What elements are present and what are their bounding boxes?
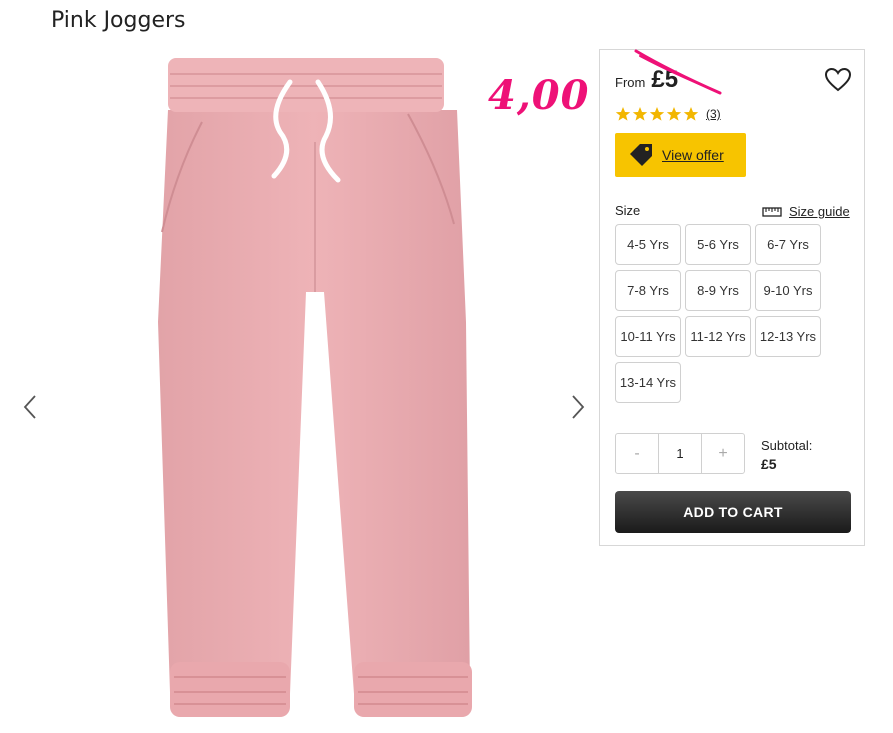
star-rating: (3)	[615, 106, 721, 122]
add-to-cart-button[interactable]: ADD TO CART	[615, 491, 851, 533]
size-option[interactable]: 8-9 Yrs	[685, 270, 751, 311]
ruler-icon	[762, 206, 782, 217]
increase-quantity-button[interactable]: +	[702, 434, 744, 473]
original-price: £5	[651, 66, 679, 93]
size-option[interactable]: 5-6 Yrs	[685, 224, 751, 265]
product-title: Pink Joggers	[51, 8, 186, 33]
handwritten-sale-price: 4,00	[488, 72, 590, 119]
star-icon	[632, 107, 648, 121]
chevron-left-icon	[23, 395, 36, 419]
view-offer-label: View offer	[662, 147, 724, 163]
size-options: 4-5 Yrs 5-6 Yrs 6-7 Yrs 7-8 Yrs 8-9 Yrs …	[615, 224, 829, 403]
purchase-panel: From £5 (3) View offer Size Size guide 4…	[599, 49, 865, 546]
star-icon	[666, 107, 682, 121]
size-label: Size	[615, 203, 641, 218]
prev-image-button[interactable]	[18, 392, 42, 422]
size-option[interactable]: 4-5 Yrs	[615, 224, 681, 265]
from-label: From	[615, 75, 646, 90]
size-option[interactable]: 9-10 Yrs	[755, 270, 821, 311]
heart-icon[interactable]	[824, 67, 852, 93]
quantity-input[interactable]: 1	[658, 434, 702, 473]
subtotal-label: Subtotal:	[761, 438, 813, 453]
size-option[interactable]: 7-8 Yrs	[615, 270, 681, 311]
tag-icon	[630, 144, 652, 166]
size-option[interactable]: 13-14 Yrs	[615, 362, 681, 403]
next-image-button[interactable]	[566, 392, 590, 422]
star-icon	[683, 107, 699, 121]
quantity-stepper: - 1 +	[615, 433, 745, 474]
size-option[interactable]: 12-13 Yrs	[755, 316, 821, 357]
subtotal: Subtotal: £5	[761, 437, 812, 473]
size-option[interactable]: 11-12 Yrs	[685, 316, 751, 357]
view-offer-button[interactable]: View offer	[615, 133, 746, 177]
star-icon	[615, 107, 631, 121]
size-option[interactable]: 10-11 Yrs	[615, 316, 681, 357]
decrease-quantity-button[interactable]: -	[616, 434, 658, 473]
price-block: From £5	[615, 66, 678, 94]
subtotal-value: £5	[761, 456, 777, 472]
size-option[interactable]: 6-7 Yrs	[755, 224, 821, 265]
star-icon	[649, 107, 665, 121]
size-guide-label: Size guide	[789, 204, 850, 219]
chevron-right-icon	[572, 395, 585, 419]
review-count-link[interactable]: (3)	[706, 107, 721, 121]
product-image	[158, 58, 472, 717]
size-guide-link[interactable]: Size guide	[762, 204, 850, 219]
